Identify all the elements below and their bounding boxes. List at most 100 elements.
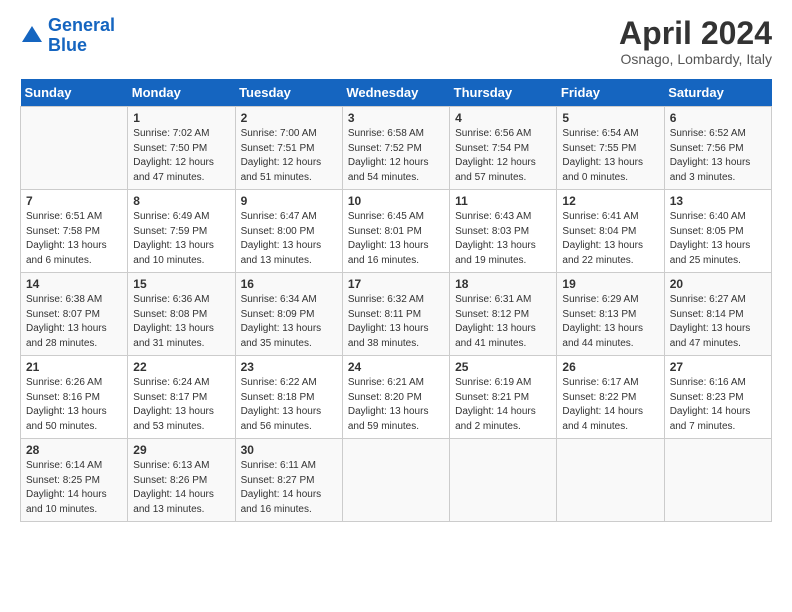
day-number: 30 bbox=[241, 443, 337, 457]
day-info: Sunrise: 6:31 AM Sunset: 8:12 PM Dayligh… bbox=[455, 293, 551, 351]
day-info: Sunrise: 6:34 AM Sunset: 8:09 PM Dayligh… bbox=[241, 293, 337, 351]
day-number: 11 bbox=[455, 194, 551, 208]
day-number: 14 bbox=[26, 277, 122, 291]
calendar-week-2: 7Sunrise: 6:51 AM Sunset: 7:58 PM Daylig… bbox=[21, 190, 772, 273]
calendar-cell: 13 Sunrise: 6:40 AM Sunset: 8:05 PM Dayli… bbox=[664, 190, 771, 273]
calendar-cell: 1 Sunrise: 7:02 AM Sunset: 7:50 PM Daylig… bbox=[128, 107, 235, 190]
day-number: 19 bbox=[562, 277, 658, 291]
day-number: 2 bbox=[241, 111, 337, 125]
calendar-cell: 6 Sunrise: 6:52 AM Sunset: 7:56 PM Daylig… bbox=[664, 107, 771, 190]
calendar-cell: 30 Sunrise: 6:11 AM Sunset: 8:27 PM Dayli… bbox=[235, 439, 342, 522]
calendar-cell: 9Sunrise: 6:47 AM Sunset: 8:00 PM Daylig… bbox=[235, 190, 342, 273]
calendar-cell: 25Sunrise: 6:19 AM Sunset: 8:21 PM Dayli… bbox=[450, 356, 557, 439]
day-info: Sunrise: 6:47 AM Sunset: 8:00 PM Dayligh… bbox=[241, 210, 337, 268]
day-info: Sunrise: 6:19 AM Sunset: 8:21 PM Dayligh… bbox=[455, 376, 551, 434]
column-header-wednesday: Wednesday bbox=[342, 79, 449, 107]
main-title: April 2024 bbox=[619, 16, 772, 51]
day-number: 16 bbox=[241, 277, 337, 291]
header-row: SundayMondayTuesdayWednesdayThursdayFrid… bbox=[21, 79, 772, 107]
day-info: Sunrise: 6:36 AM Sunset: 8:08 PM Dayligh… bbox=[133, 293, 229, 351]
day-info: Sunrise: 6:45 AM Sunset: 8:01 PM Dayligh… bbox=[348, 210, 444, 268]
day-info: Sunrise: 6:13 AM Sunset: 8:26 PM Dayligh… bbox=[133, 459, 229, 517]
day-number: 28 bbox=[26, 443, 122, 457]
day-number: 26 bbox=[562, 360, 658, 374]
day-number: 4 bbox=[455, 111, 551, 125]
day-number: 3 bbox=[348, 111, 444, 125]
day-number: 29 bbox=[133, 443, 229, 457]
calendar-cell: 24Sunrise: 6:21 AM Sunset: 8:20 PM Dayli… bbox=[342, 356, 449, 439]
calendar-week-3: 14 Sunrise: 6:38 AM Sunset: 8:07 PM Dayli… bbox=[21, 273, 772, 356]
calendar-week-1: 1 Sunrise: 7:02 AM Sunset: 7:50 PM Daylig… bbox=[21, 107, 772, 190]
day-number: 21 bbox=[26, 360, 122, 374]
day-number: 20 bbox=[670, 277, 766, 291]
calendar-cell: 26Sunrise: 6:17 AM Sunset: 8:22 PM Dayli… bbox=[557, 356, 664, 439]
column-header-monday: Monday bbox=[128, 79, 235, 107]
day-number: 22 bbox=[133, 360, 229, 374]
day-info: Sunrise: 6:58 AM Sunset: 7:52 PM Dayligh… bbox=[348, 127, 444, 185]
day-info: Sunrise: 6:54 AM Sunset: 7:55 PM Dayligh… bbox=[562, 127, 658, 185]
day-info: Sunrise: 6:16 AM Sunset: 8:23 PM Dayligh… bbox=[670, 376, 766, 434]
calendar-cell: 10 Sunrise: 6:45 AM Sunset: 8:01 PM Dayli… bbox=[342, 190, 449, 273]
calendar-week-4: 21 Sunrise: 6:26 AM Sunset: 8:16 PM Dayli… bbox=[21, 356, 772, 439]
calendar-cell: 4 Sunrise: 6:56 AM Sunset: 7:54 PM Daylig… bbox=[450, 107, 557, 190]
calendar-cell: 22 Sunrise: 6:24 AM Sunset: 8:17 PM Dayli… bbox=[128, 356, 235, 439]
day-info: Sunrise: 6:29 AM Sunset: 8:13 PM Dayligh… bbox=[562, 293, 658, 351]
column-header-friday: Friday bbox=[557, 79, 664, 107]
calendar-cell: 2Sunrise: 7:00 AM Sunset: 7:51 PM Daylig… bbox=[235, 107, 342, 190]
day-info: Sunrise: 6:43 AM Sunset: 8:03 PM Dayligh… bbox=[455, 210, 551, 268]
calendar-table: SundayMondayTuesdayWednesdayThursdayFrid… bbox=[20, 79, 772, 522]
day-info: Sunrise: 6:14 AM Sunset: 8:25 PM Dayligh… bbox=[26, 459, 122, 517]
calendar-cell: 12Sunrise: 6:41 AM Sunset: 8:04 PM Dayli… bbox=[557, 190, 664, 273]
day-number: 10 bbox=[348, 194, 444, 208]
calendar-cell: 11 Sunrise: 6:43 AM Sunset: 8:03 PM Dayli… bbox=[450, 190, 557, 273]
calendar-cell: 7Sunrise: 6:51 AM Sunset: 7:58 PM Daylig… bbox=[21, 190, 128, 273]
day-number: 8 bbox=[133, 194, 229, 208]
day-number: 6 bbox=[670, 111, 766, 125]
calendar-cell: 8 Sunrise: 6:49 AM Sunset: 7:59 PM Daylig… bbox=[128, 190, 235, 273]
day-number: 1 bbox=[133, 111, 229, 125]
calendar-cell bbox=[664, 439, 771, 522]
day-info: Sunrise: 6:49 AM Sunset: 7:59 PM Dayligh… bbox=[133, 210, 229, 268]
day-info: Sunrise: 6:21 AM Sunset: 8:20 PM Dayligh… bbox=[348, 376, 444, 434]
day-info: Sunrise: 6:51 AM Sunset: 7:58 PM Dayligh… bbox=[26, 210, 122, 268]
calendar-cell: 23 Sunrise: 6:22 AM Sunset: 8:18 PM Dayli… bbox=[235, 356, 342, 439]
logo-text: General Blue bbox=[48, 16, 115, 56]
column-header-saturday: Saturday bbox=[664, 79, 771, 107]
day-info: Sunrise: 6:52 AM Sunset: 7:56 PM Dayligh… bbox=[670, 127, 766, 185]
calendar-cell: 18 Sunrise: 6:31 AM Sunset: 8:12 PM Dayli… bbox=[450, 273, 557, 356]
page-header: General Blue April 2024 Osnago, Lombardy… bbox=[20, 16, 772, 67]
calendar-cell: 29 Sunrise: 6:13 AM Sunset: 8:26 PM Dayli… bbox=[128, 439, 235, 522]
calendar-cell: 19 Sunrise: 6:29 AM Sunset: 8:13 PM Dayli… bbox=[557, 273, 664, 356]
day-info: Sunrise: 6:56 AM Sunset: 7:54 PM Dayligh… bbox=[455, 127, 551, 185]
column-header-thursday: Thursday bbox=[450, 79, 557, 107]
logo-icon bbox=[20, 24, 44, 48]
calendar-week-5: 28 Sunrise: 6:14 AM Sunset: 8:25 PM Dayli… bbox=[21, 439, 772, 522]
calendar-cell bbox=[21, 107, 128, 190]
day-number: 23 bbox=[241, 360, 337, 374]
day-info: Sunrise: 6:11 AM Sunset: 8:27 PM Dayligh… bbox=[241, 459, 337, 517]
calendar-cell: 14 Sunrise: 6:38 AM Sunset: 8:07 PM Dayli… bbox=[21, 273, 128, 356]
day-info: Sunrise: 6:40 AM Sunset: 8:05 PM Dayligh… bbox=[670, 210, 766, 268]
day-info: Sunrise: 6:26 AM Sunset: 8:16 PM Dayligh… bbox=[26, 376, 122, 434]
calendar-cell: 15 Sunrise: 6:36 AM Sunset: 8:08 PM Dayli… bbox=[128, 273, 235, 356]
calendar-cell: 16 Sunrise: 6:34 AM Sunset: 8:09 PM Dayli… bbox=[235, 273, 342, 356]
calendar-cell bbox=[450, 439, 557, 522]
day-info: Sunrise: 6:24 AM Sunset: 8:17 PM Dayligh… bbox=[133, 376, 229, 434]
calendar-cell: 27 Sunrise: 6:16 AM Sunset: 8:23 PM Dayli… bbox=[664, 356, 771, 439]
calendar-cell bbox=[557, 439, 664, 522]
day-number: 13 bbox=[670, 194, 766, 208]
logo: General Blue bbox=[20, 16, 115, 56]
day-number: 18 bbox=[455, 277, 551, 291]
calendar-cell: 3 Sunrise: 6:58 AM Sunset: 7:52 PM Daylig… bbox=[342, 107, 449, 190]
column-header-tuesday: Tuesday bbox=[235, 79, 342, 107]
day-info: Sunrise: 6:22 AM Sunset: 8:18 PM Dayligh… bbox=[241, 376, 337, 434]
calendar-cell: 21 Sunrise: 6:26 AM Sunset: 8:16 PM Dayli… bbox=[21, 356, 128, 439]
day-number: 15 bbox=[133, 277, 229, 291]
title-area: April 2024 Osnago, Lombardy, Italy bbox=[619, 16, 772, 67]
calendar-cell bbox=[342, 439, 449, 522]
calendar-cell: 20Sunrise: 6:27 AM Sunset: 8:14 PM Dayli… bbox=[664, 273, 771, 356]
day-number: 27 bbox=[670, 360, 766, 374]
day-info: Sunrise: 6:38 AM Sunset: 8:07 PM Dayligh… bbox=[26, 293, 122, 351]
day-info: Sunrise: 6:32 AM Sunset: 8:11 PM Dayligh… bbox=[348, 293, 444, 351]
day-info: Sunrise: 7:02 AM Sunset: 7:50 PM Dayligh… bbox=[133, 127, 229, 185]
